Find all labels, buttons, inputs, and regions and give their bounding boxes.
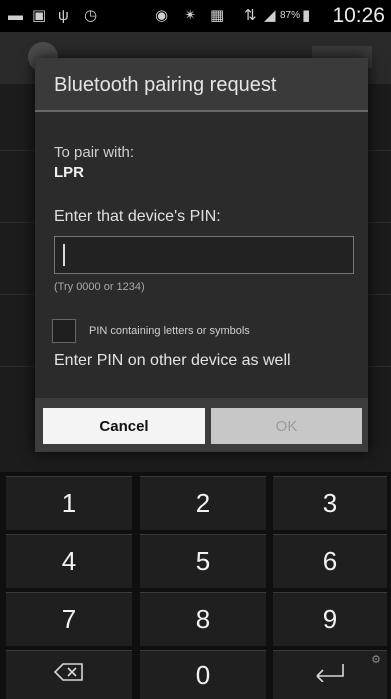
enter-key[interactable]: ⚙ bbox=[273, 650, 387, 699]
pin-input[interactable] bbox=[54, 236, 354, 274]
eye-icon: ◉ bbox=[155, 7, 169, 24]
enter-pin-label: Enter that device's PIN: bbox=[54, 208, 221, 225]
enter-icon bbox=[313, 662, 347, 688]
status-bar: ▬ ▣ ψ ◷ ◉ ✴ ▦ ⇅ ◢ 87% ▮ 10:26 bbox=[0, 0, 391, 32]
bluetooth-pairing-dialog: Bluetooth pairing request To pair with: … bbox=[35, 58, 368, 452]
notification-icon: ▬ bbox=[8, 7, 23, 24]
backspace-icon bbox=[53, 663, 84, 687]
usb-icon: ψ bbox=[58, 7, 69, 24]
key-7[interactable]: 7 bbox=[6, 592, 132, 646]
settings-icon: ⚙ bbox=[371, 654, 381, 666]
device-name: LPR bbox=[54, 164, 84, 181]
alphanumeric-pin-checkbox[interactable] bbox=[52, 319, 76, 343]
alarm-icon: ◷ bbox=[84, 7, 98, 24]
text-cursor bbox=[63, 244, 65, 266]
clock: 10:26 bbox=[332, 4, 385, 27]
image-icon: ▣ bbox=[32, 7, 47, 24]
backspace-key[interactable] bbox=[6, 650, 132, 699]
key-1[interactable]: 1 bbox=[6, 476, 132, 530]
key-9[interactable]: 9 bbox=[273, 592, 387, 646]
alphanumeric-pin-label[interactable]: PIN containing letters or symbols bbox=[89, 325, 250, 337]
key-3[interactable]: 3 bbox=[273, 476, 387, 530]
dialog-title: Bluetooth pairing request bbox=[35, 58, 368, 112]
key-2[interactable]: 2 bbox=[140, 476, 266, 530]
bluetooth-icon: ✴ bbox=[184, 7, 197, 24]
nfc-icon: ▦ bbox=[210, 7, 225, 24]
battery-icon: ▮ bbox=[302, 7, 311, 24]
battery-percent: 87% bbox=[280, 10, 301, 21]
other-device-note: Enter PIN on other device as well bbox=[54, 352, 291, 369]
android-screen: ▬ ▣ ψ ◷ ◉ ✴ ▦ ⇅ ◢ 87% ▮ 10:26 Bluetooth … bbox=[0, 0, 391, 699]
numeric-keypad: 1 2 3 4 5 6 7 8 9 0 ⚙ bbox=[0, 472, 391, 699]
key-4[interactable]: 4 bbox=[6, 534, 132, 588]
key-0[interactable]: 0 bbox=[140, 650, 266, 699]
cancel-button[interactable]: Cancel bbox=[43, 408, 205, 444]
signal-icon: ◢ bbox=[264, 7, 276, 24]
wifi-icon: ⇅ bbox=[244, 7, 257, 24]
pin-hint: (Try 0000 or 1234) bbox=[54, 281, 145, 293]
key-5[interactable]: 5 bbox=[140, 534, 266, 588]
pair-with-label: To pair with: bbox=[54, 144, 135, 161]
ok-button[interactable]: OK bbox=[211, 408, 362, 444]
key-8[interactable]: 8 bbox=[140, 592, 266, 646]
key-6[interactable]: 6 bbox=[273, 534, 387, 588]
